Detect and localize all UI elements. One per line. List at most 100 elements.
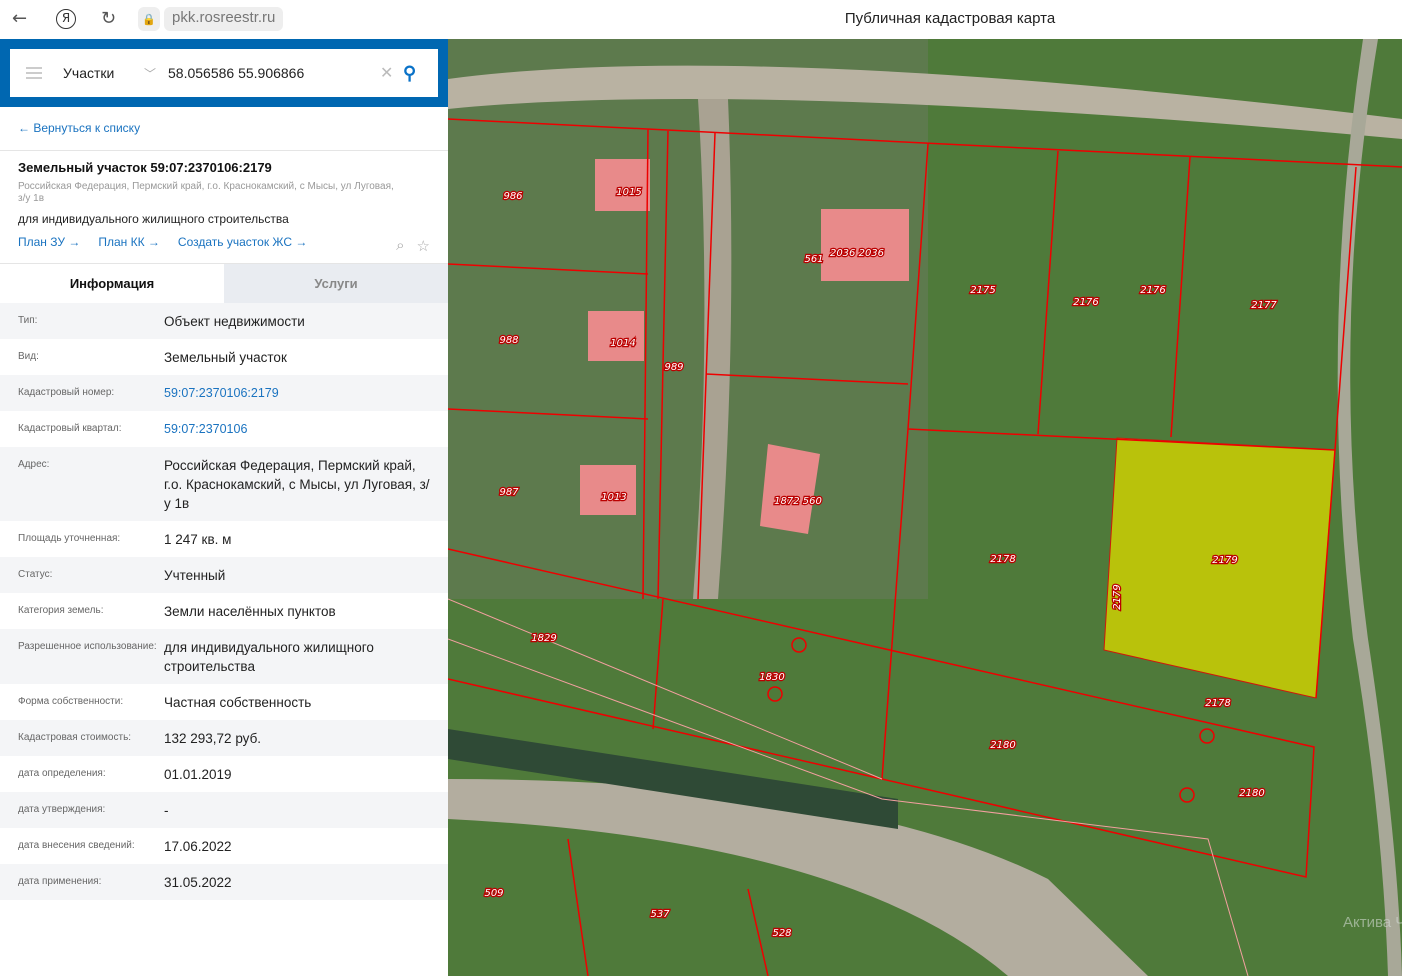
search-bar: Участки ﹀ 58.056586 55.906866 ✕ ⚲ bbox=[0, 39, 448, 107]
parcel-label[interactable]: 2175 bbox=[969, 284, 997, 298]
info-row: Площадь уточненная: 1 247 кв. м bbox=[0, 521, 448, 557]
parcel-label[interactable]: 2176 bbox=[1139, 284, 1167, 298]
parcel-label[interactable]: 987 bbox=[498, 486, 520, 500]
close-icon[interactable]: ✕ bbox=[380, 63, 393, 83]
parcel-label[interactable]: 2176 bbox=[1072, 296, 1100, 310]
plan-zu-link[interactable]: План ЗУ → bbox=[18, 235, 80, 249]
parcel-label[interactable]: 509 bbox=[483, 887, 505, 901]
parcel-label[interactable]: 1829 bbox=[530, 632, 558, 646]
building bbox=[588, 311, 644, 361]
info-value[interactable]: 59:07:2370106:2179 bbox=[164, 375, 430, 411]
parcel-label[interactable]: 2179 bbox=[1111, 583, 1125, 611]
parcel-label[interactable]: 2179 bbox=[1211, 554, 1239, 568]
lock-icon: 🔒 bbox=[138, 7, 160, 31]
activation-watermark: Актива Чтобы ак bbox=[1343, 914, 1402, 931]
info-row: дата применения: 31.05.2022 bbox=[0, 864, 448, 900]
search-icon[interactable]: ⚲ bbox=[403, 63, 416, 84]
object-title: Земельный участок 59:07:2370106:2179 bbox=[18, 160, 272, 175]
info-value: 31.05.2022 bbox=[164, 875, 232, 890]
info-row: Разрешенное использование: для индивидуал… bbox=[0, 629, 448, 684]
find-on-map-icon[interactable]: ⌕ bbox=[396, 237, 404, 255]
info-row: дата утверждения: - bbox=[0, 792, 448, 828]
parcel-label[interactable]: 2036 2036 bbox=[829, 247, 886, 261]
back-to-list-link[interactable]: ← Вернуться к списку bbox=[0, 107, 448, 151]
info-row: Статус: Учтенный bbox=[0, 557, 448, 593]
search-input[interactable]: 58.056586 55.906866 bbox=[168, 65, 304, 81]
info-value: Земли населённых пунктов bbox=[164, 604, 336, 619]
chevron-down-icon[interactable]: ﹀ bbox=[144, 65, 156, 82]
building bbox=[595, 159, 650, 211]
object-address: Российская Федерация, Пермский край, г.о… bbox=[18, 181, 394, 204]
parcel-label[interactable]: 2180 bbox=[989, 739, 1017, 753]
yandex-icon[interactable]: Я bbox=[56, 9, 76, 29]
parcel-label[interactable]: 2180 bbox=[1238, 787, 1266, 801]
parcel-label[interactable]: 989 bbox=[663, 361, 685, 375]
info-label: Кадастровая стоимость: bbox=[18, 732, 132, 743]
parcel-label[interactable]: 528 bbox=[771, 927, 793, 941]
info-label: дата утверждения: bbox=[18, 804, 106, 815]
page-title: Публичная кадастровая карта bbox=[844, 10, 1056, 27]
info-row: Кадастровая стоимость: 132 293,72 руб. bbox=[0, 720, 448, 756]
parcel-label[interactable]: 988 bbox=[498, 334, 520, 348]
info-label: дата определения: bbox=[18, 768, 106, 779]
info-row: Кадастровый номер: 59:07:2370106:2179 bbox=[0, 375, 448, 411]
info-label: Кадастровый номер: bbox=[18, 387, 115, 398]
object-header: Земельный участок 59:07:2370106:2179 Рос… bbox=[0, 151, 448, 264]
parcel-label[interactable]: 2177 bbox=[1250, 299, 1279, 313]
search-box: Участки ﹀ 58.056586 55.906866 ✕ ⚲ bbox=[10, 49, 438, 97]
info-value: Российская Федерация, Пермский край, г.о… bbox=[164, 458, 430, 511]
info-label: Разрешенное использование: bbox=[18, 641, 157, 652]
parcel-label[interactable]: 1014 bbox=[609, 337, 637, 351]
back-arrow-icon[interactable]: ← bbox=[12, 8, 27, 29]
parcel-label[interactable]: 537 bbox=[649, 908, 671, 922]
info-value: 1 247 кв. м bbox=[164, 532, 232, 547]
info-row: дата внесения сведений: 17.06.2022 bbox=[0, 828, 448, 864]
info-row: Кадастровый квартал: 59:07:2370106 bbox=[0, 411, 448, 447]
info-panel: Участки ﹀ 58.056586 55.906866 ✕ ⚲ ← Верн… bbox=[0, 39, 448, 976]
cadastral-map[interactable]: 986 1015 2036 2036 561 2175 2176 2176 2177 988 10… bbox=[448, 39, 1402, 976]
building bbox=[580, 465, 636, 515]
tab-info[interactable]: Информация bbox=[0, 264, 224, 303]
parcel-label[interactable]: 1015 bbox=[615, 186, 643, 200]
menu-icon[interactable] bbox=[26, 67, 42, 79]
info-value: 132 293,72 руб. bbox=[164, 731, 262, 746]
info-label: Статус: bbox=[18, 569, 53, 580]
reload-icon[interactable]: ↻ bbox=[101, 8, 116, 29]
info-row: Категория земель: Земли населённых пункто… bbox=[0, 593, 448, 629]
browser-toolbar: ← Я ↻ 🔒 pkk.rosreestr.ru Публичная кадас… bbox=[0, 0, 1402, 39]
info-value: - bbox=[164, 803, 169, 818]
create-parcel-link[interactable]: Создать участок ЖС → bbox=[178, 235, 307, 249]
info-row: Вид: Земельный участок bbox=[0, 339, 448, 375]
building bbox=[821, 209, 909, 281]
info-row: дата определения: 01.01.2019 bbox=[0, 756, 448, 792]
parcel-label[interactable]: 986 bbox=[502, 190, 524, 204]
parcel-label[interactable]: 1872 560 bbox=[773, 495, 823, 509]
info-row: Форма собственности: Частная собственност… bbox=[0, 684, 448, 720]
info-value: Объект недвижимости bbox=[164, 314, 305, 329]
parcel-label[interactable]: 561 bbox=[803, 253, 825, 267]
info-label: Категория земель: bbox=[18, 605, 104, 616]
parcel-label[interactable]: 2178 bbox=[989, 553, 1017, 567]
info-value[interactable]: 59:07:2370106 bbox=[164, 411, 430, 447]
parcel-label[interactable]: 1830 bbox=[758, 671, 786, 685]
object-purpose: для индивидуального жилищного строительс… bbox=[18, 212, 289, 226]
plan-kk-link[interactable]: План КК → bbox=[98, 235, 160, 249]
info-value: Учтенный bbox=[164, 568, 226, 583]
info-label: дата внесения сведений: bbox=[18, 840, 135, 851]
parcel-label[interactable]: 2178 bbox=[1204, 697, 1232, 711]
info-label: Тип: bbox=[18, 315, 38, 326]
parcel-label[interactable]: 1013 bbox=[600, 491, 628, 505]
info-label: Форма собственности: bbox=[18, 696, 124, 707]
info-label: дата применения: bbox=[18, 876, 102, 887]
info-value: для индивидуального жилищного строительс… bbox=[164, 640, 374, 674]
info-value: Частная собственность bbox=[164, 695, 312, 710]
tab-services[interactable]: Услуги bbox=[224, 264, 448, 303]
star-icon[interactable]: ☆ bbox=[417, 237, 430, 255]
info-row: Адрес: Российская Федерация, Пермский кра… bbox=[0, 447, 448, 521]
info-label: Вид: bbox=[18, 351, 39, 362]
layer-select[interactable]: Участки bbox=[63, 65, 114, 81]
info-label: Адрес: bbox=[18, 459, 50, 470]
info-row: Тип: Объект недвижимости bbox=[0, 303, 448, 339]
address-bar[interactable]: 🔒 pkk.rosreestr.ru bbox=[138, 7, 284, 31]
url-text[interactable]: pkk.rosreestr.ru bbox=[164, 7, 284, 31]
